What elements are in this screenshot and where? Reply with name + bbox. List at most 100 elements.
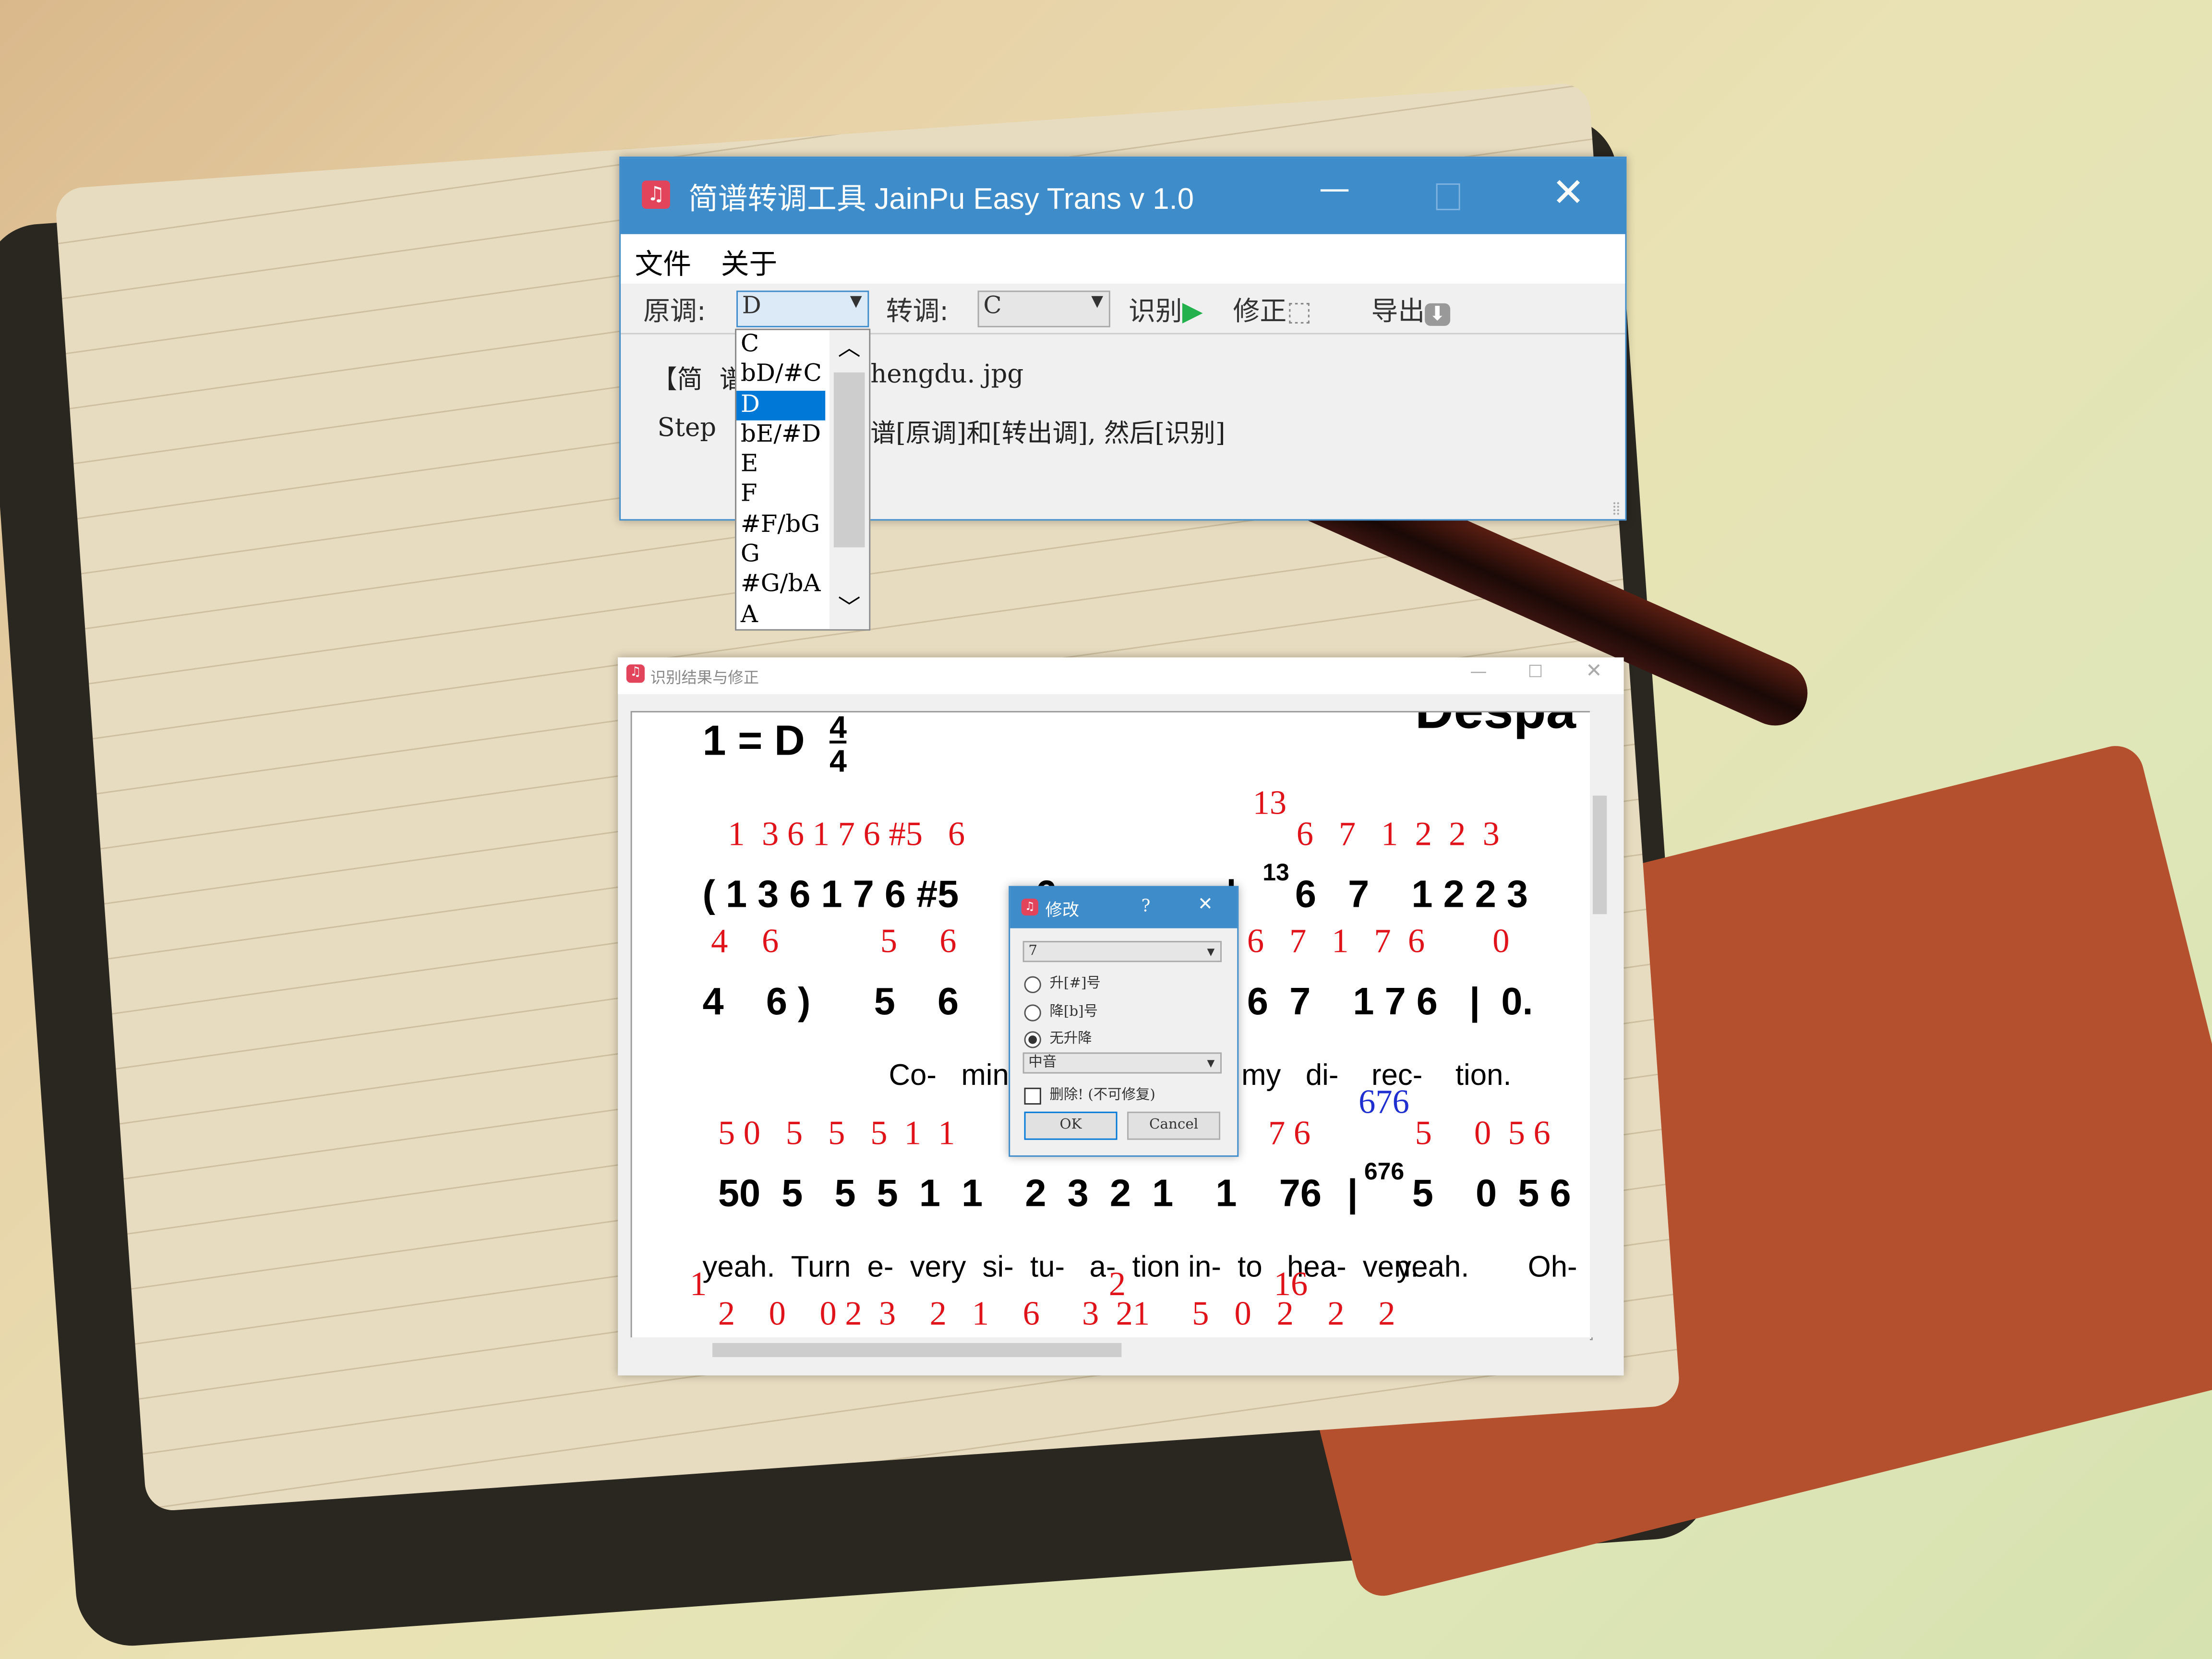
play-icon: ▶	[1182, 296, 1203, 327]
score-row: 5 0 5 6	[1412, 1172, 1571, 1215]
score-row: 50 5 5 5 1 1 2 3 2 1 1 76	[718, 1172, 1322, 1215]
desktop-photo-background: ♫ 简谱转调工具 JainPu Easy Trans v 1.0 — ✕ 文件 …	[0, 0, 2212, 1659]
original-key-value: D	[742, 292, 761, 321]
close-button[interactable]: ✕	[1552, 169, 1585, 216]
lyrics-row: yeah. Turn e- very si- tu- a- tion in- t…	[702, 1251, 1419, 1284]
minimize-button[interactable]: —	[1319, 172, 1350, 207]
radio-sharp[interactable]: 升[#]号	[1024, 971, 1101, 993]
octave-select[interactable]: 中音 ▼	[1022, 1052, 1222, 1074]
info-line-1-file: hengdu. jpg	[870, 360, 1024, 390]
recognize-label: 识别	[1129, 296, 1182, 327]
scrollbar-thumb[interactable]	[1592, 795, 1607, 914]
transposed-row: 6 7 1 7 6 0	[1247, 924, 1510, 961]
chevron-down-icon: ▼	[1207, 1058, 1215, 1070]
delete-checkbox[interactable]: 删除! (不可修复)	[1024, 1082, 1155, 1104]
transposed-row: 6 7 1 2 2 3	[1296, 817, 1500, 854]
transposed-note: 676	[1358, 1084, 1409, 1122]
close-button[interactable]: ✕	[1586, 660, 1602, 683]
score-row: ( 1 3 6 1 7 6 #5	[702, 873, 959, 916]
checkbox[interactable]	[1024, 1087, 1041, 1104]
key-dropdown-list: CbD/#C DbE/#D E F #F/bG G #G/bA A ︿ ﹀	[735, 328, 871, 631]
original-key-label: 原调:	[643, 296, 706, 327]
score-note: 13	[1262, 859, 1289, 886]
transposed-row: 4 6 5 6	[711, 924, 957, 961]
export-label: 导出	[1371, 296, 1425, 327]
close-button[interactable]: ✕	[1198, 894, 1213, 915]
correct-button[interactable]: 修正⬚	[1233, 290, 1312, 328]
target-key-select[interactable]: C ▼	[977, 290, 1110, 327]
scrollbar-thumb[interactable]	[833, 372, 865, 548]
score-row: 6 7 1 7 6 | 0.	[1247, 980, 1533, 1023]
key-signature: 1 = D	[702, 718, 805, 765]
chevron-down-icon[interactable]: ﹀	[838, 592, 861, 623]
title-bar: ♫ 简谱转调工具 JainPu Easy Trans v 1.0 — ✕	[621, 158, 1625, 234]
download-icon: ⬇	[1425, 303, 1450, 326]
correct-label: 修正	[1233, 296, 1287, 327]
key-option[interactable]: E	[736, 450, 825, 481]
cursor-select-icon: ⬚	[1286, 296, 1312, 327]
vertical-scrollbar[interactable]	[1590, 711, 1610, 1337]
transposed-note: 1	[690, 1267, 707, 1304]
key-option[interactable]: A	[736, 601, 825, 631]
lyrics-row: yeah.	[1396, 1251, 1469, 1284]
help-button[interactable]: ?	[1141, 896, 1150, 915]
transposed-note: 7 6	[1268, 1116, 1311, 1153]
chevron-up-icon[interactable]: ︿	[838, 333, 861, 363]
radio-button[interactable]	[1024, 1030, 1041, 1048]
transposed-note: 13	[1252, 785, 1287, 823]
menu-about[interactable]: 关于	[721, 241, 778, 282]
menu-bar: 文件 关于	[621, 234, 1625, 284]
maximize-button[interactable]: ☐	[1528, 661, 1543, 681]
toolbar: 原调: D ▼ 转调: C ▼ 识别▶ 修正⬚ 导出 ⬇	[621, 284, 1625, 335]
original-key-select[interactable]: D ▼	[736, 290, 869, 327]
transposed-note: 2	[1108, 1267, 1126, 1304]
lyrics-row: Oh-	[1527, 1251, 1577, 1284]
key-option[interactable]: D	[736, 390, 826, 421]
radio-label: 降[b]号	[1049, 1004, 1098, 1020]
score-row: 4 6 ) 5 6	[702, 980, 959, 1023]
song-title-partial: Despa	[1415, 712, 1576, 742]
key-option[interactable]: #G/bA	[736, 570, 825, 601]
resize-grip-icon[interactable]: ⣿	[1611, 502, 1621, 516]
maximize-button[interactable]	[1436, 183, 1460, 210]
key-option[interactable]: #F/bG	[736, 510, 825, 541]
target-key-value: C	[983, 292, 1002, 321]
key-option[interactable]: bE/#D	[736, 420, 825, 450]
note-value: 7	[1028, 944, 1038, 960]
menu-file[interactable]: 文件	[635, 241, 691, 282]
chevron-down-icon: ▼	[1207, 946, 1215, 958]
ok-button[interactable]: OK	[1024, 1111, 1118, 1140]
minimize-button[interactable]: —	[1470, 661, 1487, 681]
radio-natural[interactable]: 无升降	[1024, 1026, 1092, 1048]
radio-flat[interactable]: 降[b]号	[1024, 999, 1098, 1021]
key-option[interactable]: bD/#C	[736, 360, 825, 390]
scrollbar-thumb[interactable]	[712, 1343, 1122, 1358]
key-option[interactable]: C	[736, 330, 825, 361]
radio-button[interactable]	[1024, 975, 1041, 993]
target-key-label: 转调:	[886, 296, 949, 327]
radio-button[interactable]	[1024, 1003, 1041, 1021]
horizontal-scrollbar[interactable]	[630, 1337, 1590, 1361]
note-select[interactable]: 7 ▼	[1022, 941, 1222, 962]
radio-label: 升[#]号	[1049, 976, 1101, 992]
transposed-row: 5 0 5 6	[1415, 1116, 1551, 1153]
transposed-row: 5 0 5 5 5 1 1	[718, 1116, 955, 1153]
key-option[interactable]: G	[736, 541, 825, 571]
transposed-note: 16	[1274, 1267, 1308, 1304]
title-bar: ♫ 修改 ? ✕	[1010, 887, 1238, 928]
score-row: 6 7 1 2 2 3	[1295, 873, 1528, 916]
app-music-icon: ♫	[642, 180, 670, 209]
recognize-button[interactable]: 识别▶	[1129, 290, 1203, 328]
export-button[interactable]: 导出 ⬇	[1371, 290, 1450, 328]
cancel-button[interactable]: Cancel	[1127, 1111, 1221, 1140]
info-line-2: Step	[657, 413, 717, 443]
info-line-2-text: 谱[原调]和[转出调], 然后[识别]	[870, 419, 1226, 449]
key-option[interactable]: F	[736, 481, 825, 511]
window-title: 识别结果与修正	[650, 668, 759, 687]
barline: |	[1347, 1172, 1358, 1215]
lyrics-row: Co- min'	[889, 1059, 1015, 1092]
dropdown-scrollbar[interactable]: ︿ ﹀	[830, 330, 869, 629]
info-line-1: 【简	[651, 365, 703, 395]
octave-value: 中音	[1028, 1055, 1057, 1071]
chevron-down-icon: ▼	[1091, 292, 1104, 311]
